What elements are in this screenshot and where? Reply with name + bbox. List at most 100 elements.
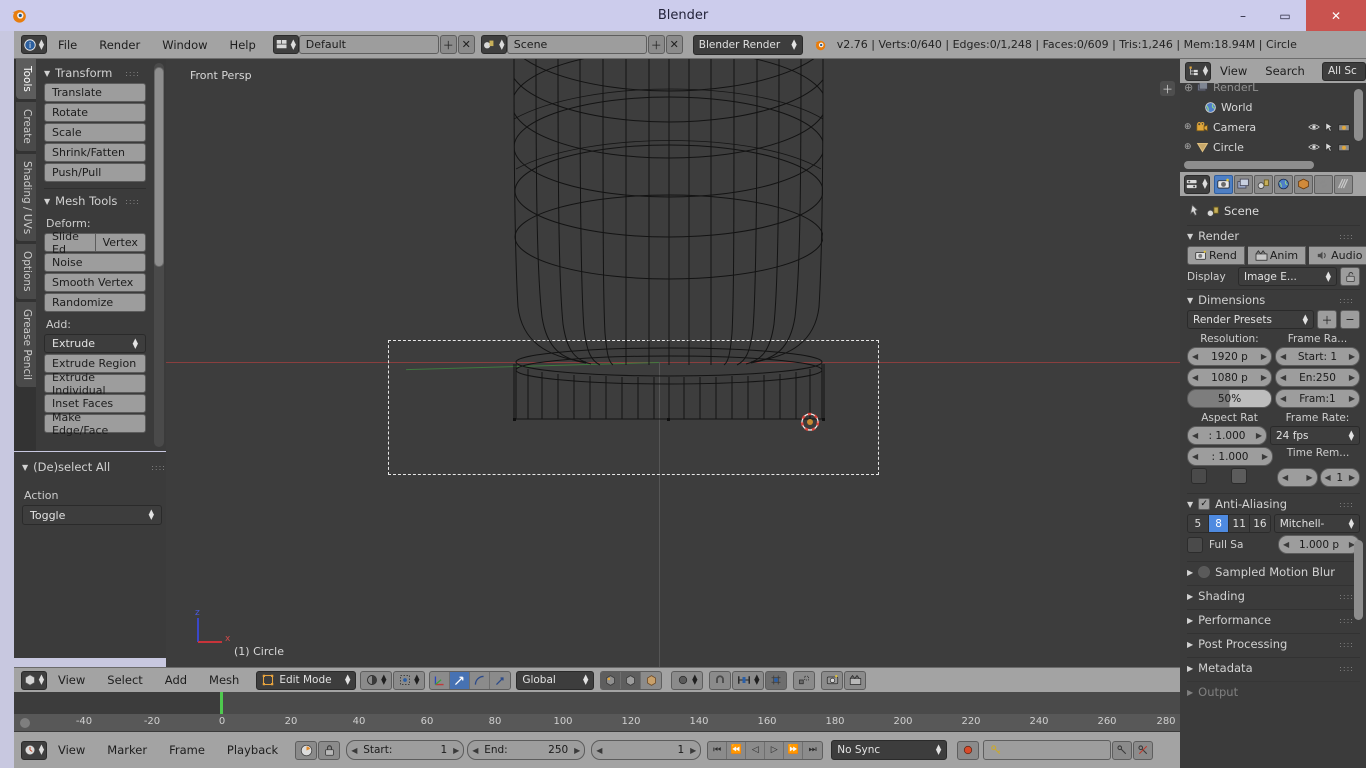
smooth-vertex-button[interactable]: Smooth Vertex (44, 273, 146, 292)
play-button[interactable]: ▷ (765, 741, 785, 759)
increment-icon[interactable]: ▶ (1349, 394, 1355, 403)
close-button[interactable]: ✕ (1306, 0, 1366, 31)
timeline-ruler[interactable]: -40 -20 0 20 40 60 80 100 120 140 160 18… (14, 714, 1180, 732)
increment-icon[interactable]: ▶ (1261, 352, 1267, 361)
increment-icon[interactable]: ▶ (1349, 352, 1355, 361)
time-remap-old-field[interactable]: ◀ ▶ (1277, 468, 1318, 487)
end-frame-field[interactable]: ◀ End: 250 ▶ (467, 740, 586, 760)
decrement-icon[interactable]: ◀ (1192, 452, 1198, 461)
timeline-menu-view[interactable]: View (47, 736, 96, 764)
snap-element-selector[interactable]: ▲ ▼ (732, 670, 765, 690)
push-pull-button[interactable]: Push/Pull (44, 163, 146, 182)
lock-timeline-toggle[interactable] (318, 740, 341, 760)
border-toggle[interactable] (1191, 468, 1207, 484)
cursor-arrow-icon[interactable] (1324, 121, 1334, 133)
increment-icon[interactable]: ▶ (690, 746, 696, 755)
pivot-point-selector[interactable]: ▲ ▼ (393, 670, 426, 690)
camera-restrict-icon[interactable] (1338, 122, 1350, 132)
editor-type-selector-info[interactable]: i ▲ ▼ (21, 35, 47, 54)
outliner-menu-search[interactable]: Search (1256, 57, 1314, 85)
decrement-icon[interactable]: ◀ (1280, 373, 1286, 382)
expander-icon[interactable]: ⊕ (1184, 142, 1196, 152)
render-animation-button[interactable]: Anim (1247, 246, 1307, 265)
translate-manipulator-icon[interactable] (450, 671, 471, 689)
slide-edge-button[interactable]: Slide Ed (44, 230, 96, 256)
metadata-section-header[interactable]: ▶ Metadata :::: (1187, 657, 1360, 678)
viewport-menu-view[interactable]: View (47, 666, 96, 694)
add-scene-button[interactable]: ＋ (647, 35, 665, 54)
noise-button[interactable]: Noise (44, 253, 146, 272)
tool-tab-shading-uvs[interactable]: Shading / UVs (16, 153, 36, 241)
transform-manipulator-icon[interactable] (430, 671, 451, 689)
tab-modifiers[interactable] (1334, 174, 1353, 194)
increment-icon[interactable]: ▶ (453, 746, 459, 755)
scene-selector[interactable]: ▲ ▼ (480, 35, 507, 54)
tool-tab-create[interactable]: Create (16, 101, 36, 151)
decrement-icon[interactable]: ◀ (1280, 394, 1286, 403)
anti-aliasing-section-header[interactable]: ▼ ✓ Anti-Aliasing :::: (1187, 493, 1360, 514)
viewport-panel-expand-button[interactable]: ＋ (1160, 81, 1175, 96)
expander-icon[interactable]: ⊕ (1184, 83, 1196, 94)
editor-type-selector-3dview[interactable]: ▲ ▼ (21, 670, 47, 690)
maximize-button[interactable]: ▭ (1264, 0, 1306, 31)
interaction-mode-selector[interactable]: Edit Mode ▲ ▼ (256, 670, 357, 690)
editor-type-selector-properties[interactable]: ▲ ▼ (1184, 174, 1210, 194)
jump-next-keyframe-button[interactable]: ⏩ (784, 741, 804, 759)
decrement-icon[interactable]: ◀ (596, 746, 602, 755)
frame-end-field[interactable]: ◀ En:250 ▶ (1275, 368, 1360, 387)
make-edge-face-button[interactable]: Make Edge/Face (44, 411, 146, 437)
aa-samples-11[interactable]: 11 (1229, 515, 1251, 532)
performance-section-header[interactable]: ▶ Performance :::: (1187, 609, 1360, 630)
aspect-x-field[interactable]: ◀: 1.000 ▶ (1187, 426, 1267, 445)
action-dropdown[interactable]: Toggle ▲ ▼ (22, 505, 162, 525)
screen-layout-selector[interactable]: ▲ ▼ (272, 35, 299, 54)
outliner-vertical-scrollbar[interactable] (1354, 89, 1363, 141)
pin-icon[interactable] (1187, 204, 1201, 218)
vertex-slide-button[interactable]: Vertex (95, 233, 146, 252)
aspect-y-field[interactable]: ◀: 1.000 ▶ (1187, 447, 1273, 466)
tab-scene[interactable] (1254, 174, 1273, 194)
camera-restrict-icon[interactable] (1338, 142, 1350, 152)
extrude-individual-button[interactable]: Extrude Individual (44, 371, 146, 397)
viewport-menu-add[interactable]: Add (154, 666, 198, 694)
output-section-header[interactable]: ▶ Output (1187, 681, 1360, 702)
transform-orientation-selector[interactable]: Global ▲ ▼ (516, 670, 595, 690)
timeline-playhead[interactable] (220, 692, 223, 714)
frame-step-field[interactable]: ◀ Fram:1 ▶ (1275, 389, 1360, 408)
randomize-button[interactable]: Randomize (44, 293, 146, 312)
eye-icon[interactable] (1308, 142, 1320, 152)
decrement-icon[interactable]: ◀ (1280, 352, 1286, 361)
viewport-shading-selector[interactable]: ▲ ▼ (360, 670, 393, 690)
jump-prev-keyframe-button[interactable]: ⏪ (727, 741, 747, 759)
delete-keyframe-button[interactable] (1133, 740, 1154, 760)
decrement-icon[interactable]: ◀ (1325, 473, 1331, 482)
shrink-fatten-button[interactable]: Shrink/Fatten (44, 143, 146, 162)
record-button[interactable] (957, 740, 980, 760)
auto-keyframe-toggle[interactable] (295, 740, 318, 760)
decrement-icon[interactable]: ◀ (1192, 352, 1198, 361)
toolshelf-scrollbar-thumb[interactable] (154, 67, 164, 267)
resolution-x-field[interactable]: ◀ 1920 p ▶ (1187, 347, 1272, 366)
tab-object[interactable] (1294, 174, 1313, 194)
pivot-center-toggle[interactable] (793, 670, 816, 690)
add-preset-button[interactable]: ＋ (1317, 310, 1337, 329)
scale-button[interactable]: Scale (44, 123, 146, 142)
render-still-button[interactable]: Rend (1187, 246, 1245, 265)
increment-icon[interactable]: ▶ (1349, 373, 1355, 382)
render-image-button[interactable] (821, 670, 844, 690)
outliner-display-mode-selector[interactable]: All Sc (1322, 61, 1366, 81)
increment-icon[interactable]: ▶ (1256, 431, 1262, 440)
scene-field[interactable]: Scene (506, 35, 647, 54)
decrement-icon[interactable]: ◀ (1283, 540, 1289, 549)
aa-samples-16[interactable]: 16 (1250, 515, 1270, 532)
tool-tab-grease-pencil[interactable]: Grease Pencil (16, 301, 36, 387)
limit-to-visible-icon[interactable] (601, 671, 622, 689)
crop-toggle[interactable] (1231, 468, 1247, 484)
full-sample-checkbox[interactable] (1187, 536, 1203, 553)
viewport-menu-mesh[interactable]: Mesh (198, 666, 250, 694)
render-engine-selector[interactable]: Blender Render ▲ ▼ (692, 34, 803, 55)
tab-world[interactable] (1274, 174, 1293, 194)
tab-constraints[interactable] (1314, 174, 1333, 194)
aa-samples-8[interactable]: 8 (1208, 515, 1230, 532)
tool-tab-tools[interactable]: Tools (16, 59, 36, 99)
